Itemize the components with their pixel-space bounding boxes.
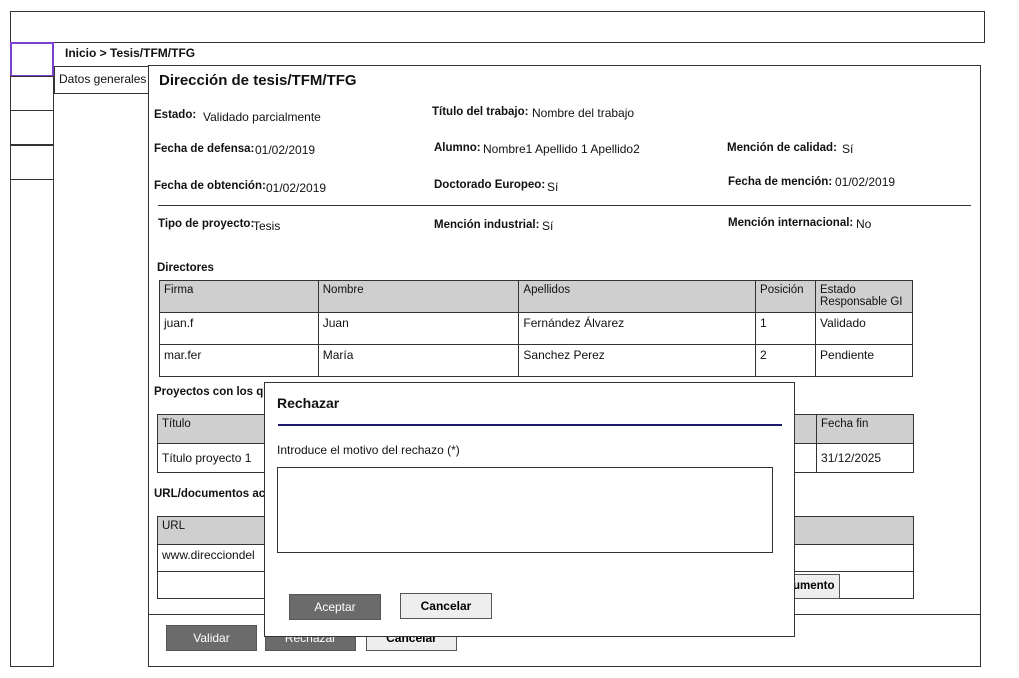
validar-button[interactable]: Validar xyxy=(166,625,257,651)
mencion-industrial-value: Sí xyxy=(542,219,554,233)
cell: 2 xyxy=(755,344,817,377)
doctorado-europeo-label: Doctorado Europeo: xyxy=(434,179,546,191)
fecha-defensa-label: Fecha de defensa: xyxy=(154,143,255,155)
estado-label: Estado: xyxy=(154,109,197,121)
nav-button-4[interactable] xyxy=(10,145,54,180)
cell: Sanchez Perez xyxy=(518,344,757,377)
dialog-accept-button[interactable]: Aceptar xyxy=(289,594,381,620)
titulo-value: Nombre del trabajo xyxy=(532,106,635,120)
col-fecha-fin: Fecha fin xyxy=(816,414,914,444)
fecha-mencion-value: 01/02/2019 xyxy=(835,175,896,189)
col-posicion: Posición xyxy=(755,280,817,313)
tipo-proyecto-value: Tesis xyxy=(253,219,281,233)
col-estado-responsable: Estado Responsable GI xyxy=(815,280,913,313)
titulo-label: Título del trabajo: xyxy=(432,106,529,118)
fecha-obtencion-value: 01/02/2019 xyxy=(266,181,327,195)
dialog-cancel-button[interactable]: Cancelar xyxy=(400,593,492,619)
cell: juan.f xyxy=(159,312,319,345)
col-apellidos: Apellidos xyxy=(518,280,757,313)
fecha-defensa-value: 01/02/2019 xyxy=(255,143,316,157)
breadcrumb[interactable]: Inicio > Tesis/TFM/TFG xyxy=(65,46,195,60)
alumno-value: Nombre1 Apellido 1 Apellido2 xyxy=(483,142,640,156)
mencion-internacional-value: No xyxy=(856,217,872,231)
cell: Validado xyxy=(815,312,913,345)
mencion-industrial-label: Mención industrial: xyxy=(434,219,540,231)
cell: 1 xyxy=(755,312,817,345)
tipo-proyecto-label: Tipo de proyecto: xyxy=(158,218,255,230)
col-nombre: Nombre xyxy=(317,280,520,313)
urls-title: URL/documentos ac xyxy=(154,488,266,500)
nav-button-1[interactable] xyxy=(10,42,54,77)
cell: María xyxy=(317,344,520,377)
dialog-title-rule xyxy=(278,424,782,426)
nav-button-2[interactable] xyxy=(10,76,54,111)
dialog-title: Rechazar xyxy=(277,395,340,411)
estado-value: Validado parcialmente xyxy=(203,110,321,124)
cell: mar.fer xyxy=(159,344,319,377)
directores-table: Firma Nombre Apellidos Posición Estado R… xyxy=(159,280,913,377)
cell: 31/12/2025 xyxy=(816,443,914,473)
fecha-mencion-label: Fecha de mención: xyxy=(728,176,833,188)
table-row[interactable]: mar.fer María Sanchez Perez 2 Pendiente xyxy=(159,344,913,377)
col-firma: Firma xyxy=(159,280,319,313)
reason-textarea[interactable] xyxy=(277,467,773,553)
cell: Juan xyxy=(317,312,520,345)
mencion-internacional-label: Mención internacional: xyxy=(728,217,854,229)
section-divider xyxy=(158,205,971,206)
top-bar xyxy=(10,11,985,43)
reason-label: Introduce el motivo del rechazo (*) xyxy=(277,443,460,457)
alumno-label: Alumno: xyxy=(434,142,481,154)
table-row[interactable]: juan.f Juan Fernández Álvarez 1 Validado xyxy=(159,312,913,345)
page-title: Dirección de tesis/TFM/TFG xyxy=(159,72,357,89)
mencion-calidad-label: Mención de calidad: xyxy=(727,142,837,154)
nav-button-3[interactable] xyxy=(10,110,54,145)
doctorado-europeo-value: Sí xyxy=(547,180,559,194)
tab-datos-generales[interactable]: Datos generales xyxy=(54,66,148,94)
fecha-obtencion-label: Fecha de obtención: xyxy=(154,180,266,192)
mencion-calidad-value: Sí xyxy=(842,142,854,156)
directores-title: Directores xyxy=(157,262,214,274)
cell: Fernández Álvarez xyxy=(518,312,757,345)
proyectos-title: Proyectos con los qu xyxy=(154,386,271,398)
cell: Pendiente xyxy=(815,344,913,377)
